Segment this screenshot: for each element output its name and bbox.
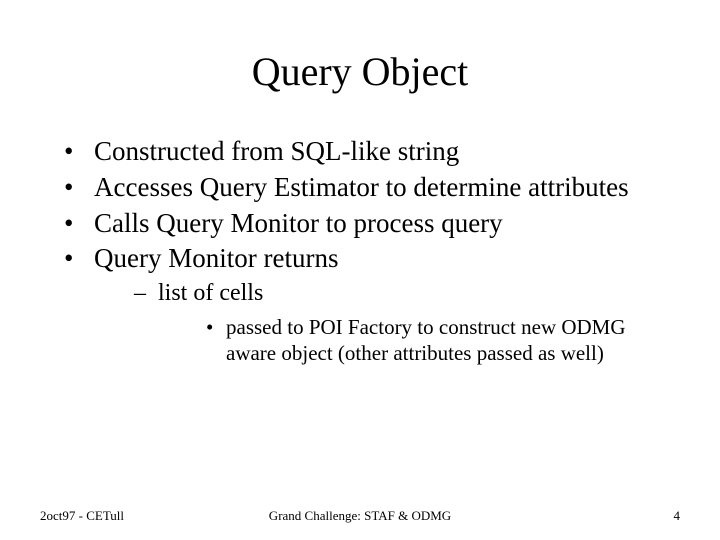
bullet-text: Calls Query Monitor to process query — [94, 208, 503, 238]
list-item: Accesses Query Estimator to determine at… — [64, 171, 680, 205]
bullet-text: list of cells — [158, 280, 263, 306]
slide-title: Query Object — [40, 48, 680, 95]
footer: 2oct97 - CETull Grand Challenge: STAF & … — [40, 508, 680, 524]
list-item: Query Monitor returns list of cells pass… — [64, 242, 680, 366]
footer-left: 2oct97 - CETull — [40, 508, 124, 524]
footer-page-number: 4 — [674, 508, 681, 524]
list-item: passed to POI Factory to construct new O… — [206, 314, 680, 367]
bullet-text: Constructed from SQL-like string — [94, 136, 459, 166]
bullet-list: Constructed from SQL-like string Accesse… — [40, 135, 680, 367]
list-item: Constructed from SQL-like string — [64, 135, 680, 169]
list-item: Calls Query Monitor to process query — [64, 207, 680, 241]
sub-bullet-list: list of cells passed to POI Factory to c… — [94, 278, 680, 367]
slide: Query Object Constructed from SQL-like s… — [0, 0, 720, 540]
bullet-text: passed to POI Factory to construct new O… — [226, 315, 626, 365]
sub-sub-bullet-list: passed to POI Factory to construct new O… — [158, 314, 680, 367]
bullet-text: Accesses Query Estimator to determine at… — [94, 172, 629, 202]
footer-center: Grand Challenge: STAF & ODMG — [269, 508, 451, 524]
list-item: list of cells passed to POI Factory to c… — [134, 278, 680, 367]
bullet-text: Query Monitor returns — [94, 243, 338, 273]
